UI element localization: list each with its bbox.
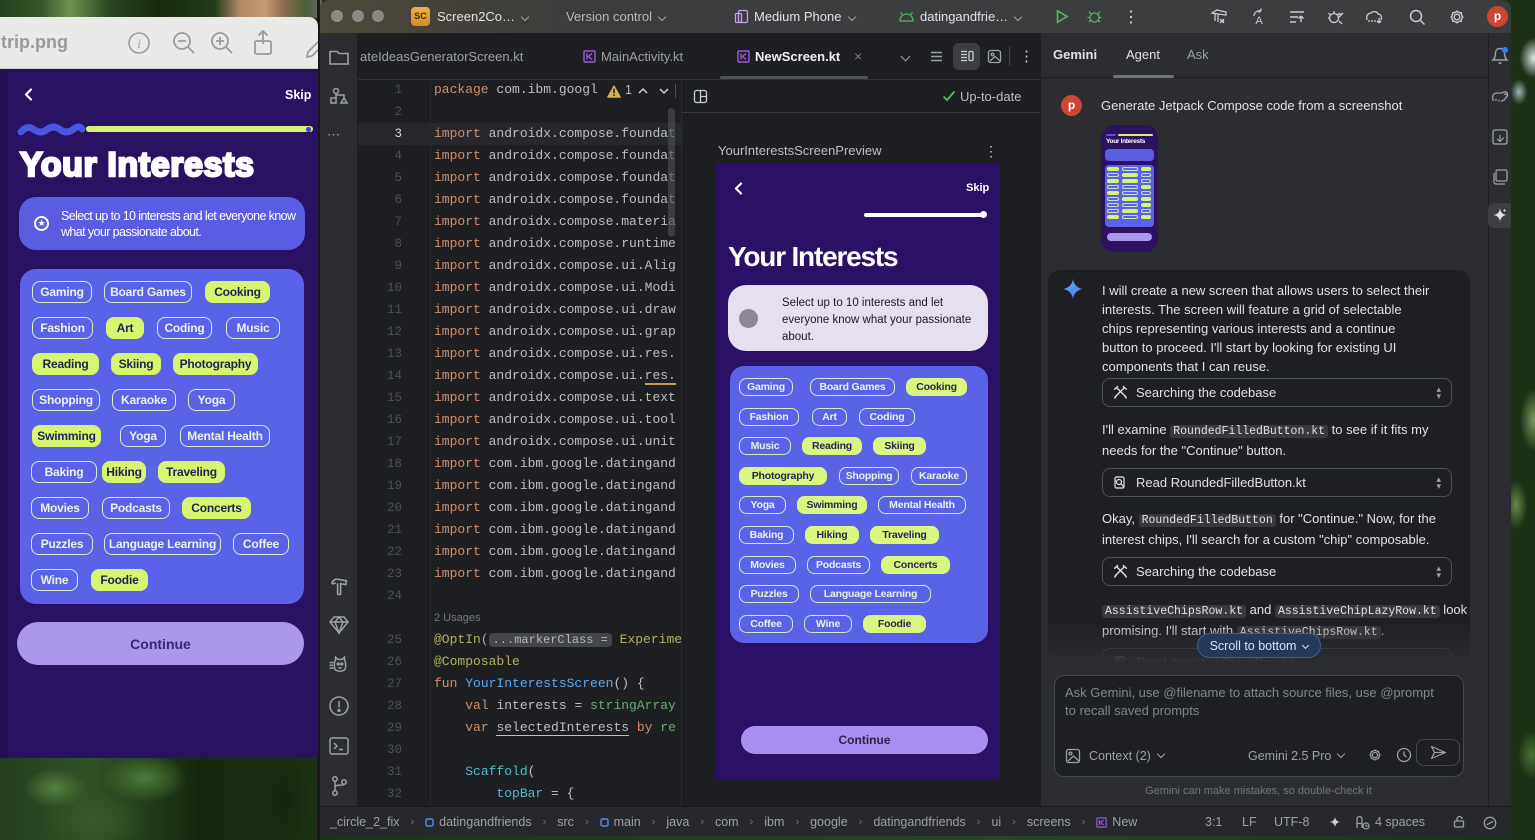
svg-text:A: A (1255, 15, 1263, 26)
svg-text:i: i (137, 36, 141, 51)
